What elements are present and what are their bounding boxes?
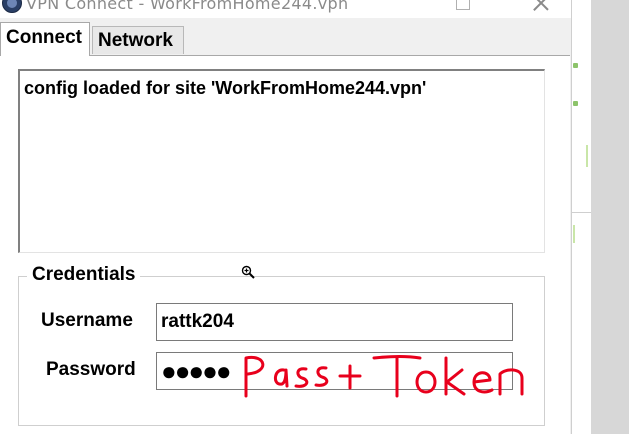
- log-line: config loaded for site 'WorkFromHome244.…: [24, 78, 427, 98]
- background-green-bar: [586, 145, 588, 167]
- zoom-cursor-icon: [241, 265, 255, 279]
- close-icon: [533, 0, 549, 11]
- maximize-icon: [456, 0, 470, 10]
- handwritten-annotation: [244, 355, 524, 398]
- tab-network[interactable]: Network: [92, 26, 184, 54]
- vpn-globe-icon: [2, 0, 22, 13]
- credentials-group-title: Credentials: [27, 264, 141, 286]
- background-green-mark: [573, 63, 578, 68]
- window-title: VPN Connect - WorkFromHome244.vpn: [26, 0, 349, 13]
- close-button[interactable]: [517, 0, 563, 18]
- background-green-mark: [573, 101, 578, 106]
- status-log[interactable]: config loaded for site 'WorkFromHome244.…: [18, 69, 545, 253]
- maximize-button[interactable]: [440, 0, 486, 18]
- tab-connect[interactable]: Connect: [0, 22, 90, 56]
- title-bar[interactable]: VPN Connect - WorkFromHome244.vpn: [0, 0, 571, 18]
- background-divider: [571, 212, 591, 213]
- password-mask: ●●●●●: [161, 356, 232, 386]
- background-green-bar: [573, 225, 575, 243]
- username-field[interactable]: rattk204: [156, 303, 513, 341]
- password-label: Password: [46, 359, 136, 380]
- background-desktop: [591, 0, 629, 434]
- username-label: Username: [41, 310, 133, 331]
